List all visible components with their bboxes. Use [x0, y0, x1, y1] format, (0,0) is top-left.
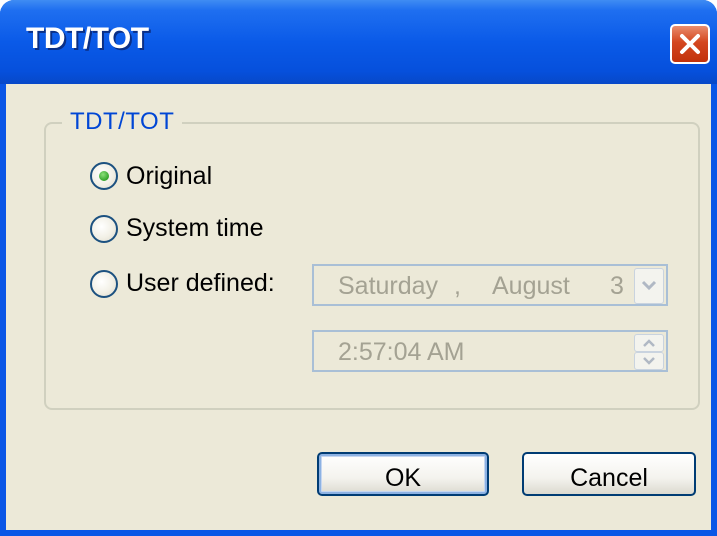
radio-selected-dot [99, 171, 109, 181]
radio-label-user-defined[interactable]: User defined: [126, 269, 275, 298]
spin-down-button[interactable] [634, 352, 664, 370]
date-month: August [492, 272, 570, 300]
time-spin-control[interactable] [634, 334, 664, 370]
radio-label-original[interactable]: Original [126, 162, 212, 191]
spin-down-icon [643, 357, 655, 365]
close-button[interactable] [670, 24, 710, 64]
date-day: Saturday [338, 272, 439, 300]
date-dropdown-button[interactable] [634, 268, 664, 304]
date-picker[interactable]: Saturday , August 3 [312, 264, 668, 306]
time-picker[interactable]: 2:57:04 AM [312, 330, 668, 372]
dialog-client-area: TDT/TOT Original System time User define… [6, 84, 711, 530]
date-separator: , [454, 272, 461, 300]
ok-button[interactable]: OK [317, 452, 489, 496]
dialog-window: TDT/TOT TDT/TOT Original System time Use… [0, 0, 717, 536]
date-day-number: 3 [610, 272, 624, 300]
spin-up-icon [643, 339, 655, 347]
cancel-button-label: Cancel [570, 464, 648, 492]
radio-user-defined[interactable] [90, 270, 118, 298]
close-x-icon [680, 34, 700, 54]
ok-button-label: OK [384, 464, 422, 492]
cancel-button[interactable]: Cancel [522, 452, 696, 496]
radio-system-time[interactable] [90, 215, 118, 243]
group-label: TDT/TOT [62, 108, 183, 136]
window-title: TDT/TOT [26, 22, 149, 55]
title-bar[interactable]: TDT/TOT [0, 0, 717, 84]
radio-original[interactable] [90, 162, 118, 190]
spin-up-button[interactable] [634, 334, 664, 352]
time-value: 2:57:04 AM [338, 338, 465, 366]
radio-label-system-time[interactable]: System time [126, 214, 264, 243]
chevron-down-icon [641, 280, 657, 291]
